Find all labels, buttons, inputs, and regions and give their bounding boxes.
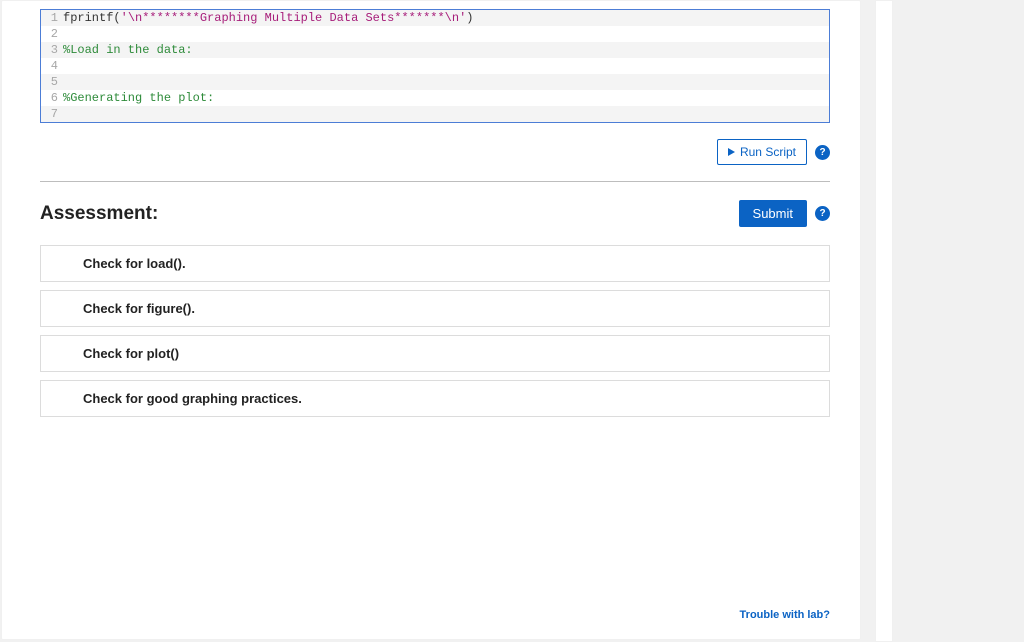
line-number: 5 bbox=[41, 74, 63, 90]
side-strip bbox=[875, 0, 893, 642]
assessment-title: Assessment: bbox=[40, 203, 158, 225]
code-text[interactable]: fprintf('\n********Graphing Multiple Dat… bbox=[63, 10, 829, 26]
main-panel: 1fprintf('\n********Graphing Multiple Da… bbox=[1, 0, 861, 640]
code-text[interactable] bbox=[63, 74, 829, 90]
submit-area: Submit ? bbox=[739, 200, 830, 227]
code-line[interactable]: 2 bbox=[41, 26, 829, 42]
code-line[interactable]: 5 bbox=[41, 74, 829, 90]
line-number: 6 bbox=[41, 90, 63, 106]
code-line[interactable]: 1fprintf('\n********Graphing Multiple Da… bbox=[41, 10, 829, 26]
assessment-check-item[interactable]: Check for plot() bbox=[40, 335, 830, 372]
code-editor[interactable]: 1fprintf('\n********Graphing Multiple Da… bbox=[40, 9, 830, 123]
help-icon[interactable]: ? bbox=[815, 206, 830, 221]
submit-button[interactable]: Submit bbox=[739, 200, 807, 227]
run-script-row: Run Script ? bbox=[40, 139, 830, 165]
assessment-checks: Check for load(). Check for figure(). Chec… bbox=[40, 245, 830, 425]
run-script-label: Run Script bbox=[740, 145, 796, 159]
line-number: 2 bbox=[41, 26, 63, 42]
line-number: 3 bbox=[41, 42, 63, 58]
code-text[interactable]: %Generating the plot: bbox=[63, 90, 829, 106]
code-text[interactable] bbox=[63, 106, 829, 122]
code-line[interactable]: 7 bbox=[41, 106, 829, 122]
code-text[interactable] bbox=[63, 26, 829, 42]
play-icon bbox=[728, 148, 735, 156]
code-line[interactable]: 6%Generating the plot: bbox=[41, 90, 829, 106]
code-text[interactable] bbox=[63, 58, 829, 74]
divider bbox=[40, 181, 830, 182]
code-line[interactable]: 4 bbox=[41, 58, 829, 74]
assessment-header: Assessment: Submit ? bbox=[40, 200, 830, 227]
run-script-button[interactable]: Run Script bbox=[717, 139, 807, 165]
line-number: 7 bbox=[41, 106, 63, 122]
assessment-check-item[interactable]: Check for good graphing practices. bbox=[40, 380, 830, 417]
help-icon[interactable]: ? bbox=[815, 145, 830, 160]
code-text[interactable]: %Load in the data: bbox=[63, 42, 829, 58]
assessment-check-item[interactable]: Check for load(). bbox=[40, 245, 830, 282]
assessment-check-item[interactable]: Check for figure(). bbox=[40, 290, 830, 327]
trouble-with-lab-link[interactable]: Trouble with lab? bbox=[740, 609, 830, 621]
line-number: 1 bbox=[41, 10, 63, 26]
code-line[interactable]: 3%Load in the data: bbox=[41, 42, 829, 58]
line-number: 4 bbox=[41, 58, 63, 74]
